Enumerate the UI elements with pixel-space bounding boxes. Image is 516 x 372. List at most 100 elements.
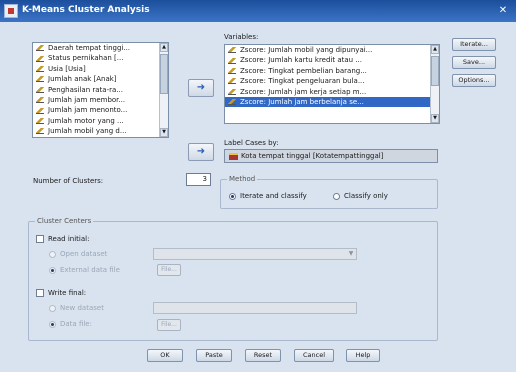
method-title: Method <box>227 175 258 183</box>
data-file-radio[interactable] <box>49 321 56 328</box>
close-icon[interactable]: ✕ <box>494 3 512 18</box>
scale-variable-icon <box>228 47 236 54</box>
method-group: Method Iterate and classify Classify onl… <box>220 175 438 209</box>
cancel-button[interactable]: Cancel <box>294 349 334 362</box>
iterate-classify-label[interactable]: Iterate and classify <box>240 192 307 200</box>
list-item-label: Zscore: Jumlah jam kerja setiap m... <box>240 87 367 96</box>
variables-list-scrollbar[interactable]: ▲ ▼ <box>430 45 439 123</box>
scale-variable-icon <box>228 78 236 85</box>
help-button[interactable]: Help <box>346 349 380 362</box>
external-file-label: External data file <box>60 266 120 274</box>
scale-variable-icon <box>36 117 44 124</box>
list-item-label: Jumlah anak [Anak] <box>48 75 117 84</box>
open-dataset-combo[interactable]: ▼ <box>153 248 357 260</box>
list-item[interactable]: Jumlah jam membor... <box>33 95 168 105</box>
open-dataset-label: Open dataset <box>60 250 108 258</box>
scroll-thumb[interactable] <box>160 54 168 94</box>
scroll-down-icon[interactable]: ▼ <box>431 114 439 123</box>
scale-variable-icon <box>36 76 44 83</box>
scale-variable-icon <box>228 99 236 106</box>
list-item[interactable]: Zscore: Jumlah kartu kredit atau ... <box>225 55 439 65</box>
list-item-label: Jumlah jam membor... <box>48 95 126 104</box>
iterate-classify-radio[interactable] <box>229 193 236 200</box>
list-item-label: Zscore: Tingkat pengeluaran bula... <box>240 77 365 86</box>
list-item-label: Jumlah jam menonto... <box>48 106 128 115</box>
list-item-label: Penghasilan rata-ra... <box>48 85 123 94</box>
list-item-label: Zscore: Jumlah mobil yang dipunyai... <box>240 46 373 54</box>
number-of-clusters-input[interactable]: 3 <box>186 173 211 186</box>
source-list-scrollbar[interactable]: ▲ ▼ <box>159 43 168 137</box>
new-dataset-label: New dataset <box>60 304 104 312</box>
open-dataset-radio[interactable] <box>49 251 56 258</box>
save-button[interactable]: Save... <box>452 56 496 69</box>
label-cases-field[interactable]: Kota tempat tinggal [Kotatempattinggal] <box>224 149 438 163</box>
new-dataset-radio[interactable] <box>49 305 56 312</box>
paste-button[interactable]: Paste <box>196 349 232 362</box>
write-file-button[interactable]: File... <box>157 319 181 331</box>
list-item-label: Zscore: Jumlah jam berbelanja se... <box>240 97 364 106</box>
scale-variable-icon <box>36 107 44 114</box>
data-file-label: Data file: <box>60 320 92 328</box>
spss-app-icon <box>4 4 18 18</box>
label-cases-value: Kota tempat tinggal [Kotatempattinggal] <box>241 152 384 160</box>
list-item-label: Usia [Usia] <box>48 64 86 73</box>
list-item[interactable]: Jumlah anak [Anak] <box>33 74 168 84</box>
window-title: K-Means Cluster Analysis <box>22 5 150 15</box>
list-item[interactable]: Zscore: Jumlah jam kerja setiap m... <box>225 87 439 97</box>
scroll-thumb[interactable] <box>431 56 439 86</box>
title-bar[interactable]: K-Means Cluster Analysis ✕ <box>0 0 516 22</box>
list-item[interactable]: Zscore: Tingkat pengeluaran bula... <box>225 76 439 86</box>
label-cases-label: Label Cases by: <box>224 139 279 147</box>
cluster-centers-group: Cluster Centers Read initial: Open datas… <box>28 217 438 341</box>
classify-only-radio[interactable] <box>333 193 340 200</box>
ok-button[interactable]: OK <box>147 349 183 362</box>
list-item[interactable]: Penghasilan rata-ra... <box>33 85 168 95</box>
scroll-up-icon[interactable]: ▲ <box>160 43 168 52</box>
reset-button[interactable]: Reset <box>245 349 281 362</box>
kmeans-dialog: K-Means Cluster Analysis ✕ Daerah tempat… <box>0 0 516 372</box>
new-dataset-input[interactable] <box>153 302 357 314</box>
list-item[interactable]: Jumlah mobil yang d... <box>33 126 168 136</box>
variables-label: Variables: <box>224 33 259 41</box>
list-item[interactable]: Usia [Usia] <box>33 64 168 74</box>
list-item-label: Zscore: Tingkat pembelian barang... <box>240 66 367 75</box>
scale-variable-icon <box>228 67 236 74</box>
list-item[interactable]: Zscore: Jumlah jam berbelanja se... <box>225 96 439 108</box>
iterate-button[interactable]: Iterate... <box>452 38 496 51</box>
number-of-clusters-label: Number of Clusters: <box>33 177 104 185</box>
list-item[interactable]: Daerah tempat tinggi... <box>33 43 168 53</box>
list-item-label: Jumlah motor yang ... <box>48 116 124 125</box>
cluster-centers-title: Cluster Centers <box>35 217 94 225</box>
list-item[interactable]: Zscore: Tingkat pembelian barang... <box>225 66 439 76</box>
scale-variable-icon <box>36 86 44 93</box>
read-initial-label[interactable]: Read initial: <box>48 235 89 243</box>
variables-list[interactable]: Zscore: Jumlah mobil yang dipunyai... Zsc… <box>224 44 440 124</box>
list-item[interactable]: Jumlah motor yang ... <box>33 116 168 126</box>
nominal-variable-icon <box>229 152 238 160</box>
options-button[interactable]: Options... <box>452 74 496 87</box>
scale-variable-icon <box>36 65 44 72</box>
list-item-label: Jumlah mobil yang d... <box>48 127 127 136</box>
scale-variable-icon <box>36 97 44 104</box>
scroll-up-icon[interactable]: ▲ <box>431 45 439 54</box>
list-item[interactable]: Jumlah jam menonto... <box>33 105 168 115</box>
list-item-label: Daerah tempat tinggi... <box>48 44 131 52</box>
list-item[interactable]: Status pernikahan [... <box>33 53 168 63</box>
list-item-label: Status pernikahan [... <box>48 54 124 63</box>
write-final-checkbox[interactable] <box>36 289 44 297</box>
scroll-down-icon[interactable]: ▼ <box>160 128 168 137</box>
source-variable-list[interactable]: Daerah tempat tinggi... Status pernikahan… <box>32 42 169 138</box>
scale-variable-icon <box>36 55 44 62</box>
move-to-label-button[interactable]: ➜ <box>188 143 214 161</box>
scale-variable-icon <box>228 88 236 95</box>
read-file-button[interactable]: File... <box>157 264 181 276</box>
scale-variable-icon <box>36 128 44 135</box>
external-file-radio[interactable] <box>49 267 56 274</box>
read-initial-checkbox[interactable] <box>36 235 44 243</box>
chevron-down-icon: ▼ <box>348 250 354 257</box>
move-to-variables-button[interactable]: ➜ <box>188 79 214 97</box>
write-final-label[interactable]: Write final: <box>48 289 86 297</box>
scale-variable-icon <box>36 45 44 52</box>
list-item[interactable]: Zscore: Jumlah mobil yang dipunyai... <box>225 45 439 55</box>
classify-only-label[interactable]: Classify only <box>344 192 388 200</box>
